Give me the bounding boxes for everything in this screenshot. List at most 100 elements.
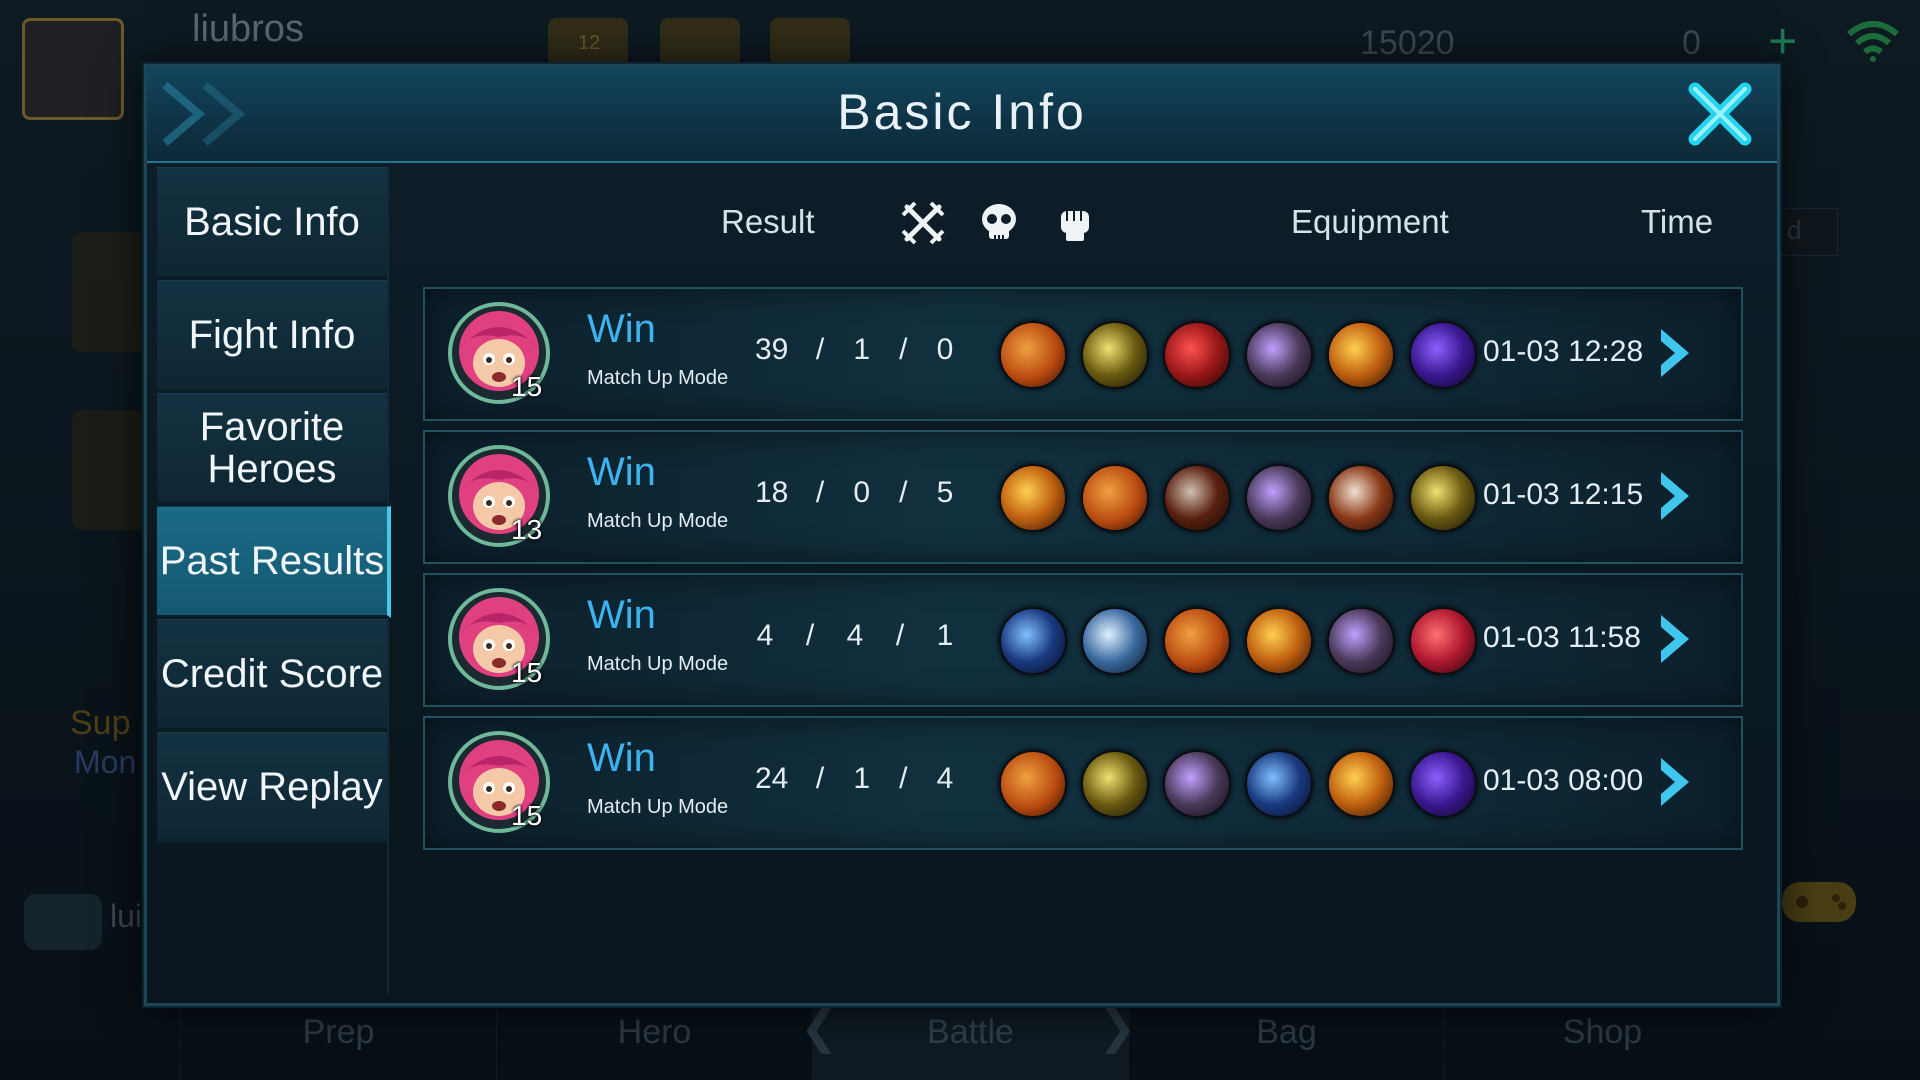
kills-value: 4 (756, 619, 774, 652)
match-result: Win (587, 307, 656, 351)
column-result: Result (721, 203, 815, 240)
right-panel-tab[interactable]: d (1772, 208, 1838, 256)
match-mode: Match Up Mode (587, 796, 729, 818)
match-mode: Match Up Mode (587, 510, 729, 532)
match-time: 01-03 11:58 (1483, 621, 1641, 654)
hero-level: 15 (511, 371, 543, 402)
chevron-left-icon: ❮ (800, 1001, 839, 1053)
dialog-header: Basic Info (147, 67, 1777, 163)
basic-info-dialog: Basic Info Basic Info Fight Info Favorit… (144, 64, 1780, 1006)
chevron-right-icon[interactable] (1657, 468, 1693, 524)
dialog-title: Basic Info (837, 84, 1087, 140)
kda-stats: 24 / 1 / 4 (755, 762, 955, 796)
chat-icon[interactable] (24, 894, 102, 950)
spiked-armor-icon (1245, 464, 1313, 532)
kills-value: 24 (755, 762, 789, 795)
kda-separator: / (899, 333, 908, 366)
tab-view-replay[interactable]: View Replay (157, 732, 387, 844)
side-event-icon[interactable] (72, 410, 154, 530)
purple-claw-icon (1409, 321, 1477, 389)
results-table-header: Result Equipment Time (387, 167, 1757, 277)
hero-level: 13 (511, 514, 543, 545)
match-result: Win (587, 450, 656, 494)
assists-value: 5 (936, 476, 954, 509)
assists-value: 4 (936, 762, 954, 795)
right-panel-label: d (1787, 215, 1802, 245)
chevron-right-icon[interactable] (1657, 325, 1693, 381)
close-icon[interactable] (1685, 79, 1755, 149)
blue-blade-icon (1245, 750, 1313, 818)
kda-separator: / (899, 476, 908, 509)
kda-separator: / (805, 619, 815, 652)
tab-fight-info[interactable]: Fight Info (157, 280, 387, 392)
match-time: 01-03 12:15 (1483, 478, 1644, 511)
kda-separator: / (895, 619, 905, 652)
skull-icon (982, 204, 1016, 241)
kills-value: 39 (755, 333, 789, 366)
hero-level: 15 (511, 800, 543, 831)
tab-favorite-heroes[interactable]: Favorite Heroes (157, 393, 387, 505)
scythe-icon (1327, 464, 1395, 532)
dark-axe-icon (1163, 464, 1231, 532)
chevron-right-icon[interactable] (1657, 754, 1693, 810)
gamepad-icon[interactable] (1778, 872, 1860, 930)
deaths-value: 0 (853, 476, 871, 509)
match-time: 01-03 08:00 (1483, 764, 1644, 797)
deaths-value: 4 (846, 619, 864, 652)
equipment-list (999, 750, 1477, 818)
deaths-value: 1 (853, 333, 871, 366)
tab-credit-score[interactable]: Credit Score (157, 619, 387, 731)
assists-value: 0 (936, 333, 954, 366)
match-row[interactable]: 13 Win Match Up Mode 18 / 0 / 5 01-03 12:1… (423, 430, 1743, 564)
golden-sword-icon (999, 464, 1067, 532)
boots-icon (999, 321, 1067, 389)
equipment-list (999, 607, 1477, 675)
side-promo-text: Sup (70, 704, 131, 742)
spiked-armor-icon (1163, 750, 1231, 818)
equipment-list (999, 464, 1477, 532)
diamonds-value: 0 (1682, 24, 1701, 62)
match-row[interactable]: 15 Win Match Up Mode 4 / 4 / 1 01-03 11:58 (423, 573, 1743, 707)
chevron-right-icon: ❯ (1098, 1001, 1137, 1053)
match-result: Win (587, 593, 656, 637)
wifi-icon (1847, 21, 1899, 62)
player-avatar[interactable] (22, 18, 124, 120)
match-mode: Match Up Mode (587, 653, 729, 675)
kda-stats: 18 / 0 / 5 (755, 476, 955, 510)
boots-icon (999, 750, 1067, 818)
blue-blade-icon (999, 607, 1067, 675)
side-event-icon[interactable] (72, 232, 154, 352)
assists-value: 1 (936, 619, 954, 652)
rank-number: 12 (578, 32, 601, 54)
golden-staff-icon (1081, 321, 1149, 389)
kda-stats: 39 / 1 / 0 (755, 333, 955, 367)
dialog-sidebar: Basic Info Fight Info Favorite Heroes Pa… (157, 167, 391, 995)
kda-separator: / (815, 762, 825, 795)
hero-level: 15 (511, 657, 543, 688)
kda-separator: / (899, 762, 908, 795)
fist-icon (1061, 209, 1089, 241)
silver-sword-icon (1081, 607, 1149, 675)
tab-past-results[interactable]: Past Results (157, 506, 391, 618)
column-time: Time (1641, 203, 1714, 240)
spiked-armor-icon (1245, 321, 1313, 389)
golden-sword-icon (1327, 750, 1395, 818)
kills-value: 18 (755, 476, 789, 509)
red-blade-icon (1163, 321, 1231, 389)
kda-separator: / (815, 333, 825, 366)
deaths-value: 1 (853, 762, 871, 795)
battle-points-value: 15020 (1360, 24, 1455, 62)
boots-icon (1163, 607, 1231, 675)
tab-basic-info[interactable]: Basic Info (157, 167, 387, 279)
match-row[interactable]: 15 Win Match Up Mode 39 / 1 / 0 01-03 12:2… (423, 287, 1743, 421)
boots-icon (1081, 464, 1149, 532)
crown-icon (660, 18, 740, 66)
red-claw-icon (1409, 607, 1477, 675)
match-result: Win (587, 736, 656, 780)
equipment-list (999, 321, 1477, 389)
side-promo-text: Mon (74, 744, 137, 780)
plus-icon[interactable]: + (1768, 12, 1797, 70)
spiked-armor-icon (1327, 607, 1395, 675)
match-row[interactable]: 15 Win Match Up Mode 24 / 1 / 4 01-03 08:0… (423, 716, 1743, 850)
chevron-right-icon[interactable] (1657, 611, 1693, 667)
